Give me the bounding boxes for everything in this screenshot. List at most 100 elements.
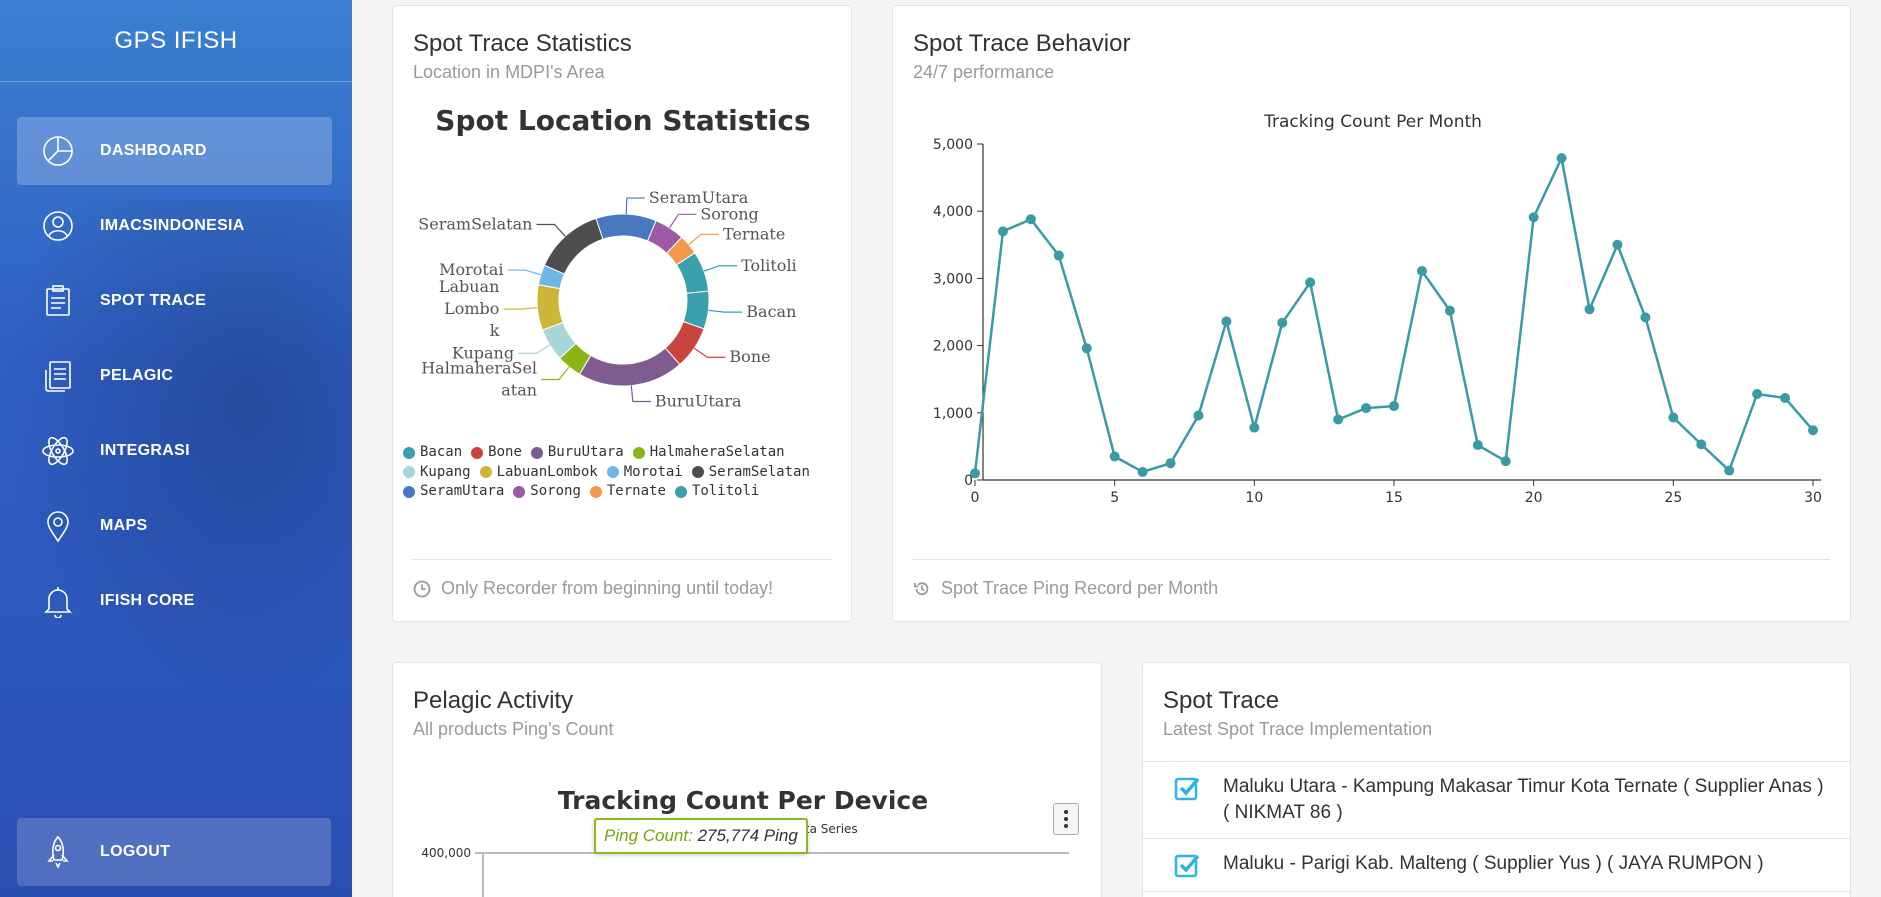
legend-item[interactable]: SeramUtara <box>403 483 504 500</box>
card-subtitle: All products Ping's Count <box>413 719 614 739</box>
data-point[interactable] <box>1305 277 1316 288</box>
legend-item[interactable]: HalmaheraSelatan <box>632 444 785 461</box>
y-tick-label: 3,000 <box>933 271 973 287</box>
legend-item[interactable]: Bone <box>471 444 522 461</box>
legend-label: Morotai <box>623 463 683 480</box>
legend-label: BuruUtara <box>547 444 624 460</box>
data-point[interactable] <box>1053 250 1064 261</box>
sidebar-item-ifish-core[interactable]: IFISH CORE <box>17 567 332 635</box>
legend-item[interactable]: BuruUtara <box>530 444 624 461</box>
data-point[interactable] <box>1528 212 1539 223</box>
map-pin-icon <box>40 508 76 544</box>
data-point[interactable] <box>1640 312 1651 323</box>
data-point[interactable] <box>1752 388 1763 399</box>
legend-label: Sorong <box>530 483 581 499</box>
slice-label: Sorong <box>700 204 758 223</box>
pie-slice[interactable] <box>595 213 657 242</box>
card-subtitle: Latest Spot Trace Implementation <box>1163 719 1433 739</box>
checkbox-checked-icon <box>1174 854 1200 878</box>
sidebar-item-maps[interactable]: MAPS <box>17 492 332 560</box>
data-point[interactable] <box>1221 316 1232 327</box>
slice-connector <box>625 197 645 215</box>
slice-connector <box>630 385 651 403</box>
legend-item[interactable]: Sorong <box>513 483 581 500</box>
brand-title[interactable]: GPS IFISH <box>0 0 352 82</box>
pie-slice[interactable] <box>543 217 604 275</box>
legend-item[interactable]: LabuanLombok <box>479 464 598 481</box>
sidebar-item-label: SPOT TRACE <box>100 292 207 309</box>
sidebar-item-label: IFISH CORE <box>100 592 195 609</box>
slice-connector <box>503 307 538 310</box>
data-point[interactable] <box>1277 317 1288 328</box>
data-point[interactable] <box>1556 153 1567 164</box>
sidebar-item-label: DASHBOARD <box>100 142 207 159</box>
list-item[interactable]: Maluku - Parigi Kab. Malteng ( Supplier … <box>1143 839 1850 892</box>
data-point[interactable] <box>1416 266 1427 277</box>
y-tick-label: 400,000 <box>421 846 471 860</box>
slice-label: Morotai <box>439 260 503 279</box>
data-point[interactable] <box>1724 465 1735 476</box>
data-point[interactable] <box>1500 456 1511 467</box>
data-point[interactable] <box>1612 239 1623 250</box>
slice-label: SeramSelatan <box>418 214 532 233</box>
data-point[interactable] <box>1584 304 1595 315</box>
data-point[interactable] <box>1193 410 1204 421</box>
legend-item[interactable]: Bacan <box>403 444 462 461</box>
legend-swatch <box>530 446 543 459</box>
list-item-text: Maluku Utara - Kampung Makasar Timur Kot… <box>1223 776 1824 823</box>
data-point[interactable] <box>1472 440 1483 451</box>
data-point[interactable] <box>1081 343 1092 354</box>
clipboard-icon <box>40 283 76 319</box>
data-point[interactable] <box>1025 214 1036 225</box>
data-point[interactable] <box>1444 305 1455 316</box>
pie-slice[interactable] <box>536 284 564 331</box>
sidebar-nav: DASHBOARD IMACSINDONESIA SPOT TRACE PELA… <box>0 117 352 635</box>
legend-item[interactable]: SeramSelatan <box>691 464 810 481</box>
x-tick-label: 10 <box>1245 490 1263 506</box>
data-point[interactable] <box>1780 393 1791 404</box>
data-point[interactable] <box>1696 439 1707 450</box>
x-tick-label: 5 <box>1110 490 1119 506</box>
sidebar-item-label: PELAGIC <box>100 367 174 384</box>
pelagic-activity-card: Pelagic Activity All products Ping's Cou… <box>392 662 1102 897</box>
spot-trace-statistics-card: Spot Trace Statistics Location in MDPI's… <box>392 5 852 622</box>
sidebar-item-integrasi[interactable]: INTEGRASI <box>17 417 332 485</box>
data-point[interactable] <box>1249 422 1260 433</box>
legend-item[interactable]: Ternate <box>589 483 666 500</box>
slice-label: Labuan Lombo k <box>439 277 500 340</box>
data-point[interactable] <box>1333 414 1344 425</box>
legend-swatch <box>513 485 526 498</box>
line-chart: Tracking Count Per Month 0 1,000 2,000 3,000… <box>933 112 1822 506</box>
x-tick-label: 15 <box>1385 490 1403 506</box>
slice-label: Ternate <box>723 224 785 243</box>
chart-title: Tracking Count Per Device <box>558 786 928 815</box>
legend-item[interactable]: Tolitoli <box>674 483 759 500</box>
data-point[interactable] <box>1137 466 1148 477</box>
data-point[interactable] <box>1361 403 1372 414</box>
chart-menu-button[interactable] <box>1053 803 1079 835</box>
card-title: Spot Trace Behavior <box>913 30 1131 57</box>
sidebar-item-pelagic[interactable]: PELAGIC <box>17 342 332 410</box>
legend-label: SeramUtara <box>420 483 505 499</box>
data-point[interactable] <box>1165 458 1176 469</box>
legend-swatch <box>471 446 484 459</box>
data-point[interactable] <box>1668 412 1679 423</box>
document-icon <box>40 358 76 394</box>
data-point[interactable] <box>1389 401 1399 412</box>
sidebar-item-spot-trace[interactable]: SPOT TRACE <box>17 267 332 335</box>
data-point[interactable] <box>1109 451 1120 462</box>
pie-slice[interactable] <box>578 347 681 387</box>
sidebar-item-imacsindonesia[interactable]: IMACSINDONESIA <box>17 192 332 260</box>
list-item[interactable]: Maluku Utara - Kampung Makasar Timur Kot… <box>1143 762 1850 839</box>
clock-icon <box>413 580 431 597</box>
data-point[interactable] <box>1808 425 1818 436</box>
slice-connector <box>708 309 743 313</box>
legend-item[interactable]: Kupang <box>403 464 471 481</box>
data-point[interactable] <box>970 468 980 479</box>
sidebar-item-dashboard[interactable]: DASHBOARD <box>17 117 332 185</box>
data-point[interactable] <box>997 226 1008 237</box>
atom-icon <box>40 433 76 469</box>
card-subtitle: Location in MDPI's Area <box>413 62 605 82</box>
logout-button[interactable]: LOGOUT <box>17 818 331 886</box>
legend-item[interactable]: Morotai <box>606 463 683 481</box>
